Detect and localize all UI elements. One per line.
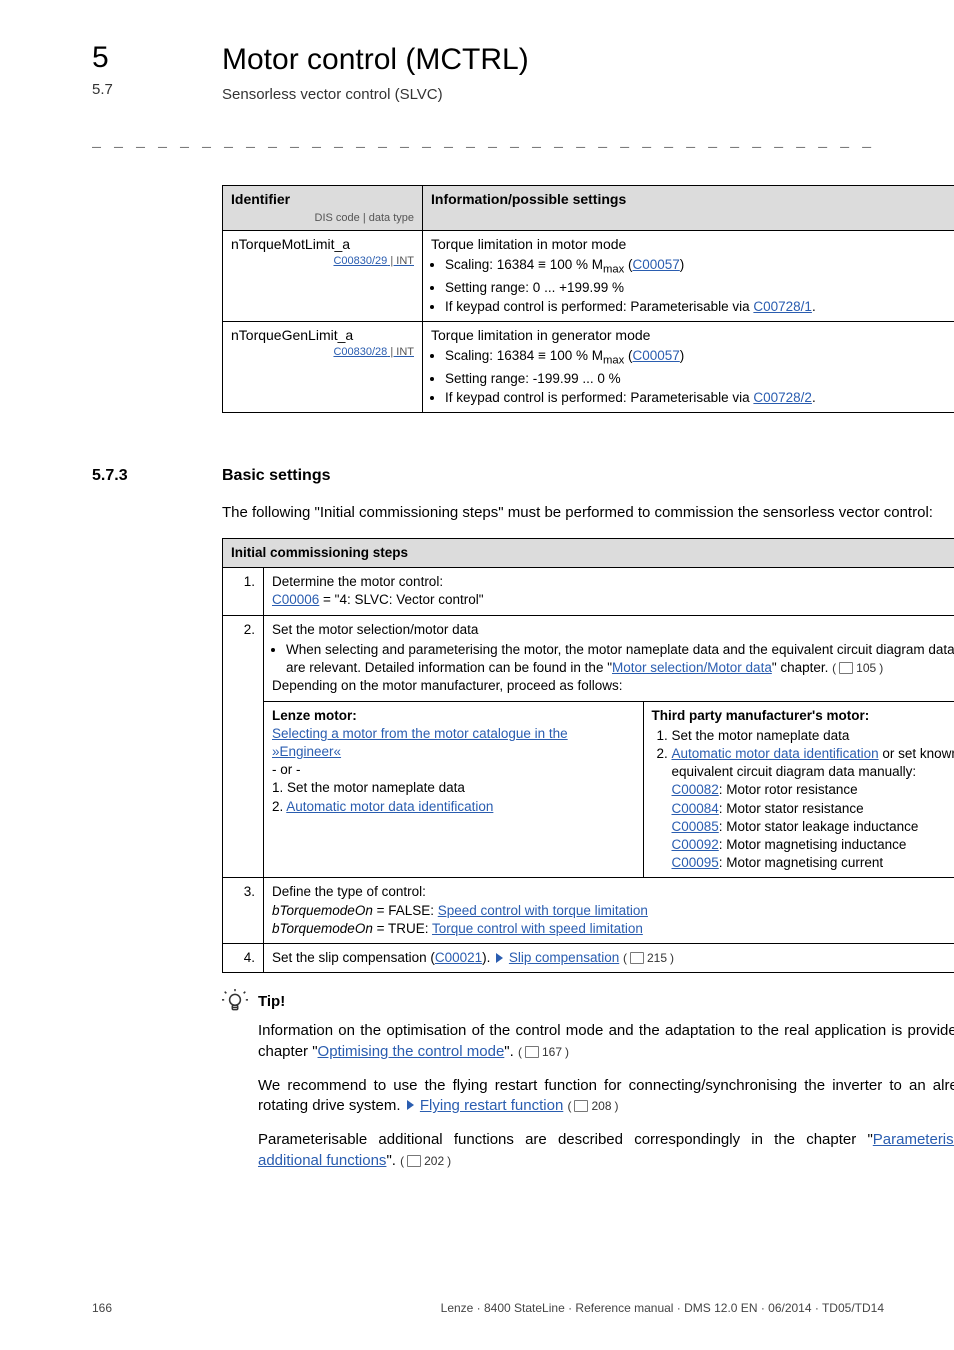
link-c00057[interactable]: C00057 — [633, 348, 680, 363]
list-item: Automatic motor data identification or s… — [672, 745, 954, 873]
chapter-number: 5 — [92, 38, 109, 79]
triangle-icon — [407, 1100, 414, 1110]
spec-bullet: Scaling: 16384 ≡ 100 % Mmax (C00057) — [445, 256, 954, 278]
section-title: Sensorless vector control (SLVC) — [222, 85, 884, 105]
intro-paragraph: The following "Initial commissioning ste… — [222, 503, 954, 523]
spec-desc-title: Torque limitation in motor mode — [431, 236, 626, 252]
link-auto-motor-data[interactable]: Automatic motor data identification — [672, 746, 879, 761]
spec-ident: nTorqueGenLimit_a — [231, 327, 353, 343]
step-text: 1. Set the motor nameplate data — [272, 780, 465, 795]
link-slip-compensation[interactable]: Slip compensation — [509, 950, 619, 965]
step-number: 3. — [223, 878, 264, 944]
step-text: - or - — [272, 762, 301, 777]
list-item: Set the motor nameplate data — [672, 727, 954, 745]
spec-th-identifier-label: Identifier — [231, 191, 290, 207]
link-c00728-1[interactable]: C00728/1 — [753, 299, 812, 314]
link-selecting-motor[interactable]: Selecting a motor from the motor catalog… — [272, 726, 568, 759]
spec-code[interactable]: C00830/28 | INT — [231, 345, 414, 360]
triangle-icon — [496, 953, 503, 963]
spec-table: Identifier DIS code | data type Informat… — [222, 185, 954, 413]
book-icon — [630, 952, 644, 964]
spec-bullet: Setting range: 0 ... +199.99 % — [445, 279, 954, 297]
page-ref[interactable]: ( 208) — [567, 1098, 618, 1114]
subsection-title: Basic settings — [222, 465, 884, 487]
page-ref[interactable]: ( 105) — [832, 660, 883, 676]
spec-bullet: Scaling: 16384 ≡ 100 % Mmax (C00057) — [445, 347, 954, 369]
var-name: bTorquemodeOn — [272, 921, 373, 936]
link-c00006[interactable]: C00006 — [272, 592, 319, 607]
third-party-heading: Third party manufacturer's motor: — [652, 708, 870, 723]
chapter-title: Motor control (MCTRL) — [222, 40, 884, 81]
link-c00085[interactable]: C00085 — [672, 819, 719, 834]
link-c00092[interactable]: C00092 — [672, 837, 719, 852]
page-number: 166 — [92, 1300, 112, 1316]
link-c00095[interactable]: C00095 — [672, 855, 719, 870]
tip-box: Tip! Information on the optimisation of … — [222, 989, 954, 1171]
spec-th-info: Information/possible settings — [423, 186, 954, 231]
link-c00082[interactable]: C00082 — [672, 782, 719, 797]
book-icon — [407, 1155, 421, 1167]
step-number: 1. — [223, 568, 264, 615]
book-icon — [839, 662, 853, 674]
lenze-motor-heading: Lenze motor: — [272, 708, 357, 723]
step-bullet: When selecting and parameterising the mo… — [286, 641, 954, 677]
step-text: Set the slip compensation ( — [272, 950, 435, 965]
spec-th-identifier-sub: DIS code | data type — [231, 211, 414, 226]
step-text: Define the type of control: — [272, 884, 426, 899]
lightbulb-icon — [222, 989, 248, 1015]
link-optimising-control-mode[interactable]: Optimising the control mode — [318, 1043, 505, 1060]
spec-bullet: If keypad control is performed: Paramete… — [445, 389, 954, 407]
subsection-number: 5.7.3 — [92, 465, 128, 487]
step-number: 4. — [223, 944, 264, 973]
page-ref[interactable]: ( 215) — [623, 950, 674, 966]
tip-paragraph: Information on the optimisation of the c… — [258, 1021, 954, 1062]
spec-bullet: If keypad control is performed: Paramete… — [445, 298, 954, 316]
link-c00084[interactable]: C00084 — [672, 801, 719, 816]
link-c00057[interactable]: C00057 — [633, 257, 680, 272]
footer-text: Lenze · 8400 StateLine · Reference manua… — [441, 1300, 884, 1316]
var-name: bTorquemodeOn — [272, 903, 373, 918]
tip-paragraph: Parameterisable additional functions are… — [258, 1130, 954, 1171]
step-text: Determine the motor control: — [272, 574, 443, 589]
step-text: = "4: SLVC: Vector control" — [319, 592, 483, 607]
spec-ident: nTorqueMotLimit_a — [231, 236, 350, 252]
page-ref[interactable]: ( 167) — [518, 1044, 569, 1060]
step-text: Depending on the motor manufacturer, pro… — [272, 678, 622, 693]
step-text: 2. — [272, 799, 286, 814]
page-footer: 166 Lenze · 8400 StateLine · Reference m… — [92, 1300, 884, 1316]
link-speed-control[interactable]: Speed control with torque limitation — [438, 903, 648, 918]
book-icon — [574, 1100, 588, 1112]
divider: _ _ _ _ _ _ _ _ _ _ _ _ _ _ _ _ _ _ _ _ … — [92, 133, 884, 153]
step-text: Set the motor selection/motor data — [272, 622, 478, 637]
spec-desc-title: Torque limitation in generator mode — [431, 327, 650, 343]
step-number: 2. — [223, 615, 264, 878]
link-c00728-2[interactable]: C00728/2 — [753, 390, 812, 405]
link-auto-motor-data[interactable]: Automatic motor data identification — [286, 799, 493, 814]
link-flying-restart[interactable]: Flying restart function — [420, 1097, 563, 1114]
link-torque-control[interactable]: Torque control with speed limitation — [432, 921, 643, 936]
link-c00021[interactable]: C00021 — [435, 950, 482, 965]
tip-label: Tip! — [258, 992, 285, 1012]
link-motor-selection[interactable]: Motor selection/Motor data — [612, 660, 772, 675]
steps-table: Initial commissioning steps 1. Determine… — [222, 538, 954, 973]
book-icon — [525, 1046, 539, 1058]
spec-code[interactable]: C00830/29 | INT — [231, 254, 414, 269]
section-number: 5.7 — [92, 80, 113, 100]
steps-header: Initial commissioning steps — [223, 538, 954, 567]
spec-bullet: Setting range: -199.99 ... 0 % — [445, 370, 954, 388]
page-ref[interactable]: ( 202) — [400, 1153, 451, 1169]
tip-paragraph: We recommend to use the flying restart f… — [258, 1076, 954, 1117]
spec-th-identifier: Identifier DIS code | data type — [223, 186, 423, 231]
